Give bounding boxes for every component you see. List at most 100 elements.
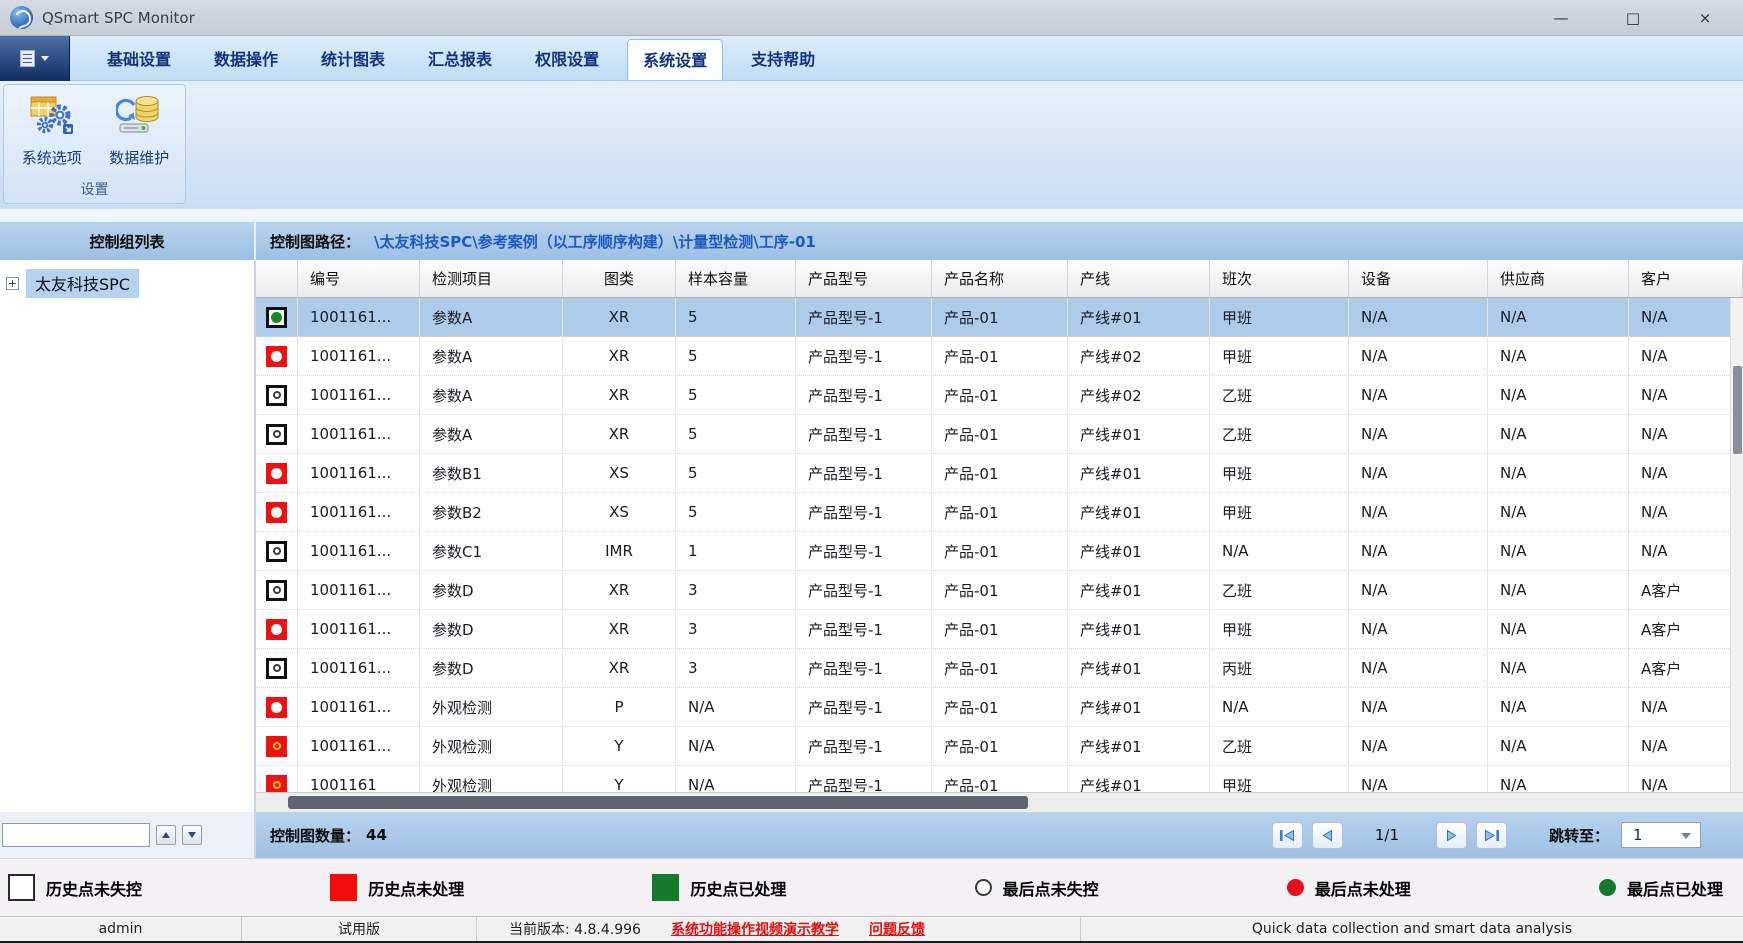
last-page-button[interactable] [1476, 822, 1507, 849]
table-row[interactable]: 1001161...参数AXR5产品型号-1产品-01产线#02乙班N/AN/A… [256, 376, 1743, 415]
tab-基础设置[interactable]: 基础设置 [92, 39, 186, 80]
video-tutorial-link[interactable]: 系统功能操作视频演示教学 [671, 919, 839, 939]
app-menu-button[interactable] [0, 36, 70, 81]
panel-headers: 控制组列表 控制图路径： \太友科技SPC\参考案例（以工序顺序构建）\计量型检… [0, 222, 1743, 260]
column-header-图类[interactable]: 图类 [563, 260, 676, 297]
系统选项-button[interactable]: 系统选项 [10, 90, 94, 179]
cell-shift: N/A [1210, 688, 1349, 727]
table-row[interactable]: 1001161...参数DXR3产品型号-1产品-01产线#01乙班N/AN/A… [256, 571, 1743, 610]
ribbon-divider [0, 209, 1743, 222]
app-logo-icon [10, 6, 33, 29]
数据维护-button[interactable]: 数据维护 [98, 90, 182, 179]
legend-label: 最后点已处理 [1627, 876, 1723, 900]
cell-chart: XS [563, 493, 676, 532]
tree-expander-icon[interactable]: + [6, 277, 19, 290]
cell-model: 产品型号-1 [796, 649, 932, 688]
table-row[interactable]: 1001161...外观检测PN/A产品型号-1产品-01产线#01N/AN/A… [256, 688, 1743, 727]
feedback-link[interactable]: 问题反馈 [869, 919, 925, 939]
tab-权限设置[interactable]: 权限设置 [520, 39, 614, 80]
tab-系统设置[interactable]: 系统设置 [627, 39, 723, 80]
table-row[interactable]: 1001161...参数AXR5产品型号-1产品-01产线#01乙班N/AN/A… [256, 415, 1743, 454]
table-row[interactable]: 1001161...参数B2XS5产品型号-1产品-01产线#01甲班N/AN/… [256, 493, 1743, 532]
tree-search-input[interactable] [2, 823, 150, 847]
table-row[interactable]: 1001161...外观检测YN/A产品型号-1产品-01产线#01乙班N/AN… [256, 727, 1743, 766]
ribbon-buttons: 系统选项数据维护 [4, 85, 185, 179]
tab-统计图表[interactable]: 统计图表 [306, 39, 400, 80]
cell-sample: 1 [676, 532, 796, 571]
legend-square-swatch [652, 874, 679, 901]
next-page-button[interactable] [1436, 822, 1467, 849]
column-header-客户[interactable]: 客户 [1629, 260, 1743, 297]
cell-shift: 甲班 [1210, 766, 1349, 792]
tree-item-root[interactable]: 太友科技SPC [26, 269, 139, 298]
cell-device: N/A [1349, 415, 1488, 454]
cell-supplier: N/A [1488, 571, 1629, 610]
menu-bar: 基础设置数据操作统计图表汇总报表权限设置系统设置支持帮助 [0, 36, 1743, 81]
table-body: 1001161...参数AXR5产品型号-1产品-01产线#01甲班N/AN/A… [256, 298, 1743, 792]
column-header-设备[interactable]: 设备 [1349, 260, 1488, 297]
cell-line: 产线#01 [1068, 298, 1210, 337]
column-header-产线[interactable]: 产线 [1068, 260, 1210, 297]
table-row[interactable]: 1001161...参数B1XS5产品型号-1产品-01产线#01甲班N/AN/… [256, 454, 1743, 493]
cell-shift: 甲班 [1210, 337, 1349, 376]
maximize-button[interactable]: □ [1621, 9, 1645, 27]
cell-customer: N/A [1629, 493, 1743, 532]
tab-数据操作[interactable]: 数据操作 [199, 39, 293, 80]
jump-to-value: 1 [1633, 826, 1643, 844]
cell-sample: 5 [676, 415, 796, 454]
cell-shift: 乙班 [1210, 727, 1349, 766]
table-row[interactable]: 1001161...参数AXR5产品型号-1产品-01产线#01甲班N/AN/A… [256, 298, 1743, 337]
cell-supplier: N/A [1488, 727, 1629, 766]
table-row[interactable]: 1001161外观检测YN/A产品型号-1产品-01产线#01甲班N/AN/AN… [256, 766, 1743, 792]
cell-product: 产品-01 [932, 727, 1068, 766]
cell-model: 产品型号-1 [796, 337, 932, 376]
vertical-scrollbar[interactable] [1730, 298, 1743, 792]
cell-supplier: N/A [1488, 298, 1629, 337]
table-row[interactable]: 1001161...参数AXR5产品型号-1产品-01产线#02甲班N/AN/A… [256, 337, 1743, 376]
minimize-button[interactable]: — [1549, 9, 1573, 27]
move-up-button[interactable] [156, 825, 176, 845]
cell-model: 产品型号-1 [796, 376, 932, 415]
horizontal-scrollbar[interactable] [256, 792, 1743, 812]
column-header-产品名称[interactable]: 产品名称 [932, 260, 1068, 297]
legend-item: 最后点未处理 [1287, 876, 1411, 900]
ribbon-group-label: 设置 [4, 179, 185, 203]
chart-path-value: \太友科技SPC\参考案例（以工序顺序构建）\计量型检测\工序-01 [374, 231, 816, 252]
jump-to-select[interactable]: 1 [1621, 822, 1701, 848]
vertical-scrollbar-thumb[interactable] [1733, 366, 1742, 454]
table-row[interactable]: 1001161...参数DXR3产品型号-1产品-01产线#01甲班N/AN/A… [256, 610, 1743, 649]
table-row[interactable]: 1001161...参数DXR3产品型号-1产品-01产线#01丙班N/AN/A… [256, 649, 1743, 688]
cell-id: 1001161... [298, 649, 420, 688]
close-button[interactable]: × [1693, 9, 1717, 27]
control-chart-table: 编号检测项目图类样本容量产品型号产品名称产线班次设备供应商客户 1001161.… [256, 260, 1743, 812]
white-ring-status-icon [266, 424, 287, 445]
cell-shift: 丙班 [1210, 649, 1349, 688]
column-header-供应商[interactable]: 供应商 [1488, 260, 1629, 297]
horizontal-scrollbar-thumb[interactable] [288, 796, 1028, 809]
first-page-button[interactable] [1272, 822, 1303, 849]
cell-product: 产品-01 [932, 493, 1068, 532]
red-ring-status-icon [266, 736, 287, 757]
move-down-button[interactable] [182, 825, 202, 845]
red-ring-status-icon [266, 775, 287, 793]
cell-sample: 5 [676, 376, 796, 415]
cell-supplier: N/A [1488, 415, 1629, 454]
cell-item: 参数A [420, 376, 563, 415]
cell-sample: 3 [676, 610, 796, 649]
table-row[interactable]: 1001161...参数C1IMR1产品型号-1产品-01产线#01N/AN/A… [256, 532, 1743, 571]
cell-product: 产品-01 [932, 610, 1068, 649]
column-header-班次[interactable]: 班次 [1210, 260, 1349, 297]
cell-sample: N/A [676, 727, 796, 766]
cell-device: N/A [1349, 571, 1488, 610]
prev-page-button[interactable] [1312, 822, 1343, 849]
column-header-编号[interactable]: 编号 [298, 260, 420, 297]
tab-支持帮助[interactable]: 支持帮助 [736, 39, 830, 80]
cell-id: 1001161... [298, 727, 420, 766]
tab-汇总报表[interactable]: 汇总报表 [413, 39, 507, 80]
menu-icon [20, 50, 35, 67]
jump-to-label: 跳转至： [1549, 825, 1609, 846]
cell-device: N/A [1349, 532, 1488, 571]
column-header-检测项目[interactable]: 检测项目 [420, 260, 563, 297]
column-header-样本容量[interactable]: 样本容量 [676, 260, 796, 297]
column-header-产品型号[interactable]: 产品型号 [796, 260, 932, 297]
